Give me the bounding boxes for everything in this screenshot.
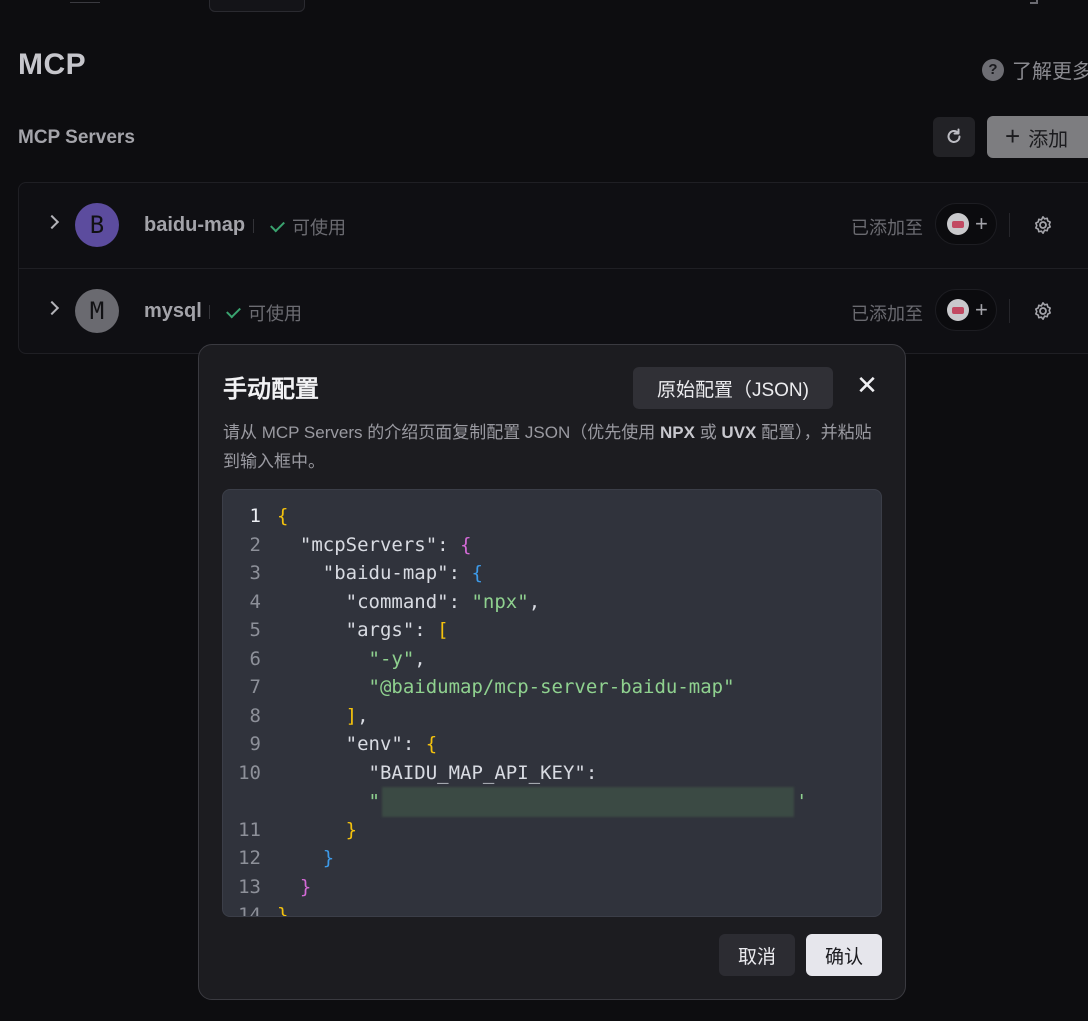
- server-name: mysql: [144, 300, 202, 322]
- chevron-right-icon[interactable]: [44, 300, 60, 316]
- avatar: B: [75, 203, 119, 247]
- code-line: "baidu-map": {: [322, 562, 483, 584]
- plus-icon: +: [975, 297, 988, 322]
- gear-icon[interactable]: [1033, 301, 1053, 321]
- line-number: 12: [238, 847, 261, 869]
- top-bar: [0, 0, 1088, 12]
- learn-more-link[interactable]: ? 了解更多: [982, 55, 1088, 84]
- added-to-label: 已添加至: [851, 304, 923, 324]
- line-number: 1: [249, 505, 261, 527]
- add-server-button[interactable]: + 添加: [987, 116, 1088, 158]
- server-row[interactable]: M mysql 可使用 已添加至 +: [19, 268, 1088, 354]
- line-number: 8: [249, 705, 261, 727]
- client-logo-icon: [947, 213, 969, 235]
- code-line: }: [299, 876, 312, 898]
- add-client-button[interactable]: +: [935, 203, 997, 245]
- code-line: "-y",: [368, 648, 426, 670]
- desc-text: 请从 MCP Servers 的介绍页面复制配置 JSON（优先使用: [223, 423, 660, 442]
- add-client-button[interactable]: +: [935, 289, 997, 331]
- check-icon: [270, 217, 285, 232]
- help-icon: ?: [982, 58, 1004, 81]
- added-to-label: 已添加至: [851, 218, 923, 238]
- line-number: 11: [238, 819, 261, 841]
- line-number: 2: [249, 534, 261, 556]
- desc-uvx: UVX: [721, 423, 757, 442]
- raw-config-button[interactable]: 原始配置（JSON): [633, 367, 833, 409]
- status-text: 可使用: [248, 304, 302, 324]
- status-text: 可使用: [292, 218, 346, 238]
- line-number: 4: [249, 591, 261, 613]
- dialog-title: 手动配置: [223, 376, 319, 403]
- code-line: }: [322, 847, 335, 869]
- page-title: MCP: [18, 48, 87, 81]
- line-number: 10: [238, 762, 261, 784]
- avatar: M: [75, 289, 119, 333]
- divider: [1009, 299, 1010, 323]
- plus-icon: +: [975, 211, 988, 236]
- plus-icon: +: [1005, 121, 1021, 151]
- redacted-api-key: [381, 787, 794, 817]
- desc-npx: NPX: [660, 423, 695, 442]
- dialog-description: 请从 MCP Servers 的介绍页面复制配置 JSON（优先使用 NPX 或…: [223, 418, 883, 476]
- code-line: "@baidumap/mcp-server-baidu-map": [368, 676, 735, 698]
- code-line: ],: [345, 705, 369, 727]
- code-line: {: [277, 505, 289, 527]
- code-line: "mcpServers": {: [299, 534, 472, 556]
- refresh-icon: [947, 128, 961, 143]
- line-number: 6: [249, 648, 261, 670]
- top-corner-icon: [1030, 0, 1038, 4]
- code-line: }: [277, 904, 289, 917]
- divider: [253, 219, 254, 233]
- check-icon: [226, 303, 241, 318]
- line-number: 9: [249, 733, 261, 755]
- line-number: 13: [238, 876, 261, 898]
- status-badge: 可使用: [270, 214, 346, 240]
- line-number: 14: [238, 904, 261, 917]
- learn-more-label: 了解更多: [1012, 61, 1088, 83]
- status-badge: 可使用: [226, 300, 302, 326]
- cancel-button[interactable]: 取消: [719, 934, 795, 976]
- code-line: }: [345, 819, 358, 841]
- divider: [1009, 213, 1010, 237]
- chevron-right-icon[interactable]: [44, 214, 60, 230]
- desc-text: 或: [694, 423, 722, 442]
- line-number: 5: [249, 619, 261, 641]
- top-nav-fragment: [70, 0, 100, 3]
- code-line: "env": {: [345, 733, 438, 755]
- manual-config-dialog: 手动配置 原始配置（JSON) ✕ 请从 MCP Servers 的介绍页面复制…: [198, 344, 906, 1000]
- line-number: 3: [249, 562, 261, 584]
- client-logo-icon: [947, 299, 969, 321]
- add-button-label: 添加: [1028, 128, 1069, 151]
- divider: [209, 305, 210, 319]
- code-line: "args": [: [345, 619, 449, 641]
- gear-icon[interactable]: [1033, 215, 1053, 235]
- refresh-button[interactable]: [933, 117, 975, 157]
- server-row[interactable]: B baidu-map 可使用 已添加至 +: [19, 183, 1088, 268]
- code-line: " ': [277, 787, 807, 817]
- line-number: 7: [249, 676, 261, 698]
- close-icon[interactable]: ✕: [855, 372, 879, 398]
- section-title: MCP Servers: [18, 127, 135, 148]
- confirm-button[interactable]: 确认: [806, 934, 882, 976]
- top-tab[interactable]: [209, 0, 305, 12]
- server-name: baidu-map: [144, 214, 246, 236]
- code-line: "BAIDU_MAP_API_KEY":: [368, 762, 609, 784]
- server-list: B baidu-map 可使用 已添加至 + M mysql 可使用 已添加至 …: [18, 182, 1088, 354]
- code-line: "command": "npx",: [345, 591, 541, 613]
- json-editor[interactable]: 1{ 2 "mcpServers": { 3 "baidu-map": { 4 …: [222, 489, 882, 917]
